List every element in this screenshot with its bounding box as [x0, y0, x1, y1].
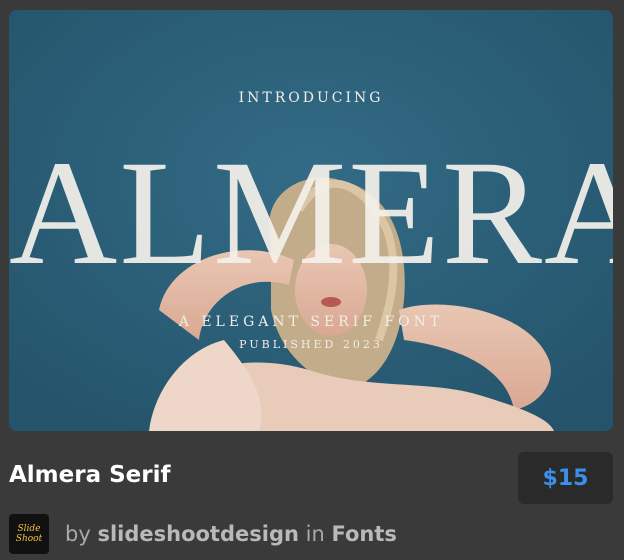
- category-link[interactable]: Fonts: [331, 522, 396, 546]
- avatar-text-line1: Slide: [17, 524, 41, 534]
- byline: by slideshootdesign in Fonts: [65, 522, 397, 546]
- price-button[interactable]: $15: [518, 452, 613, 504]
- in-label: in: [305, 522, 325, 546]
- product-card[interactable]: INTRODUCING ALMERA A ELEGANT SERIF FONT …: [0, 0, 624, 560]
- author-row: Slide Shoot by slideshootdesign in Fonts: [9, 514, 397, 554]
- by-label: by: [65, 522, 91, 546]
- preview-tagline: A ELEGANT SERIF FONT: [178, 314, 444, 330]
- preview-intro-text: INTRODUCING: [238, 90, 384, 106]
- product-title[interactable]: Almera Serif: [9, 462, 171, 488]
- price-label: $15: [542, 465, 589, 491]
- avatar-text-line2: Shoot: [15, 534, 43, 544]
- preview-published: PUBLISHED 2023: [239, 338, 383, 351]
- author-avatar[interactable]: Slide Shoot: [9, 514, 49, 554]
- author-link[interactable]: slideshootdesign: [97, 522, 298, 546]
- preview-font-name: ALMERA: [9, 130, 613, 296]
- product-preview-image[interactable]: INTRODUCING ALMERA A ELEGANT SERIF FONT …: [9, 10, 613, 431]
